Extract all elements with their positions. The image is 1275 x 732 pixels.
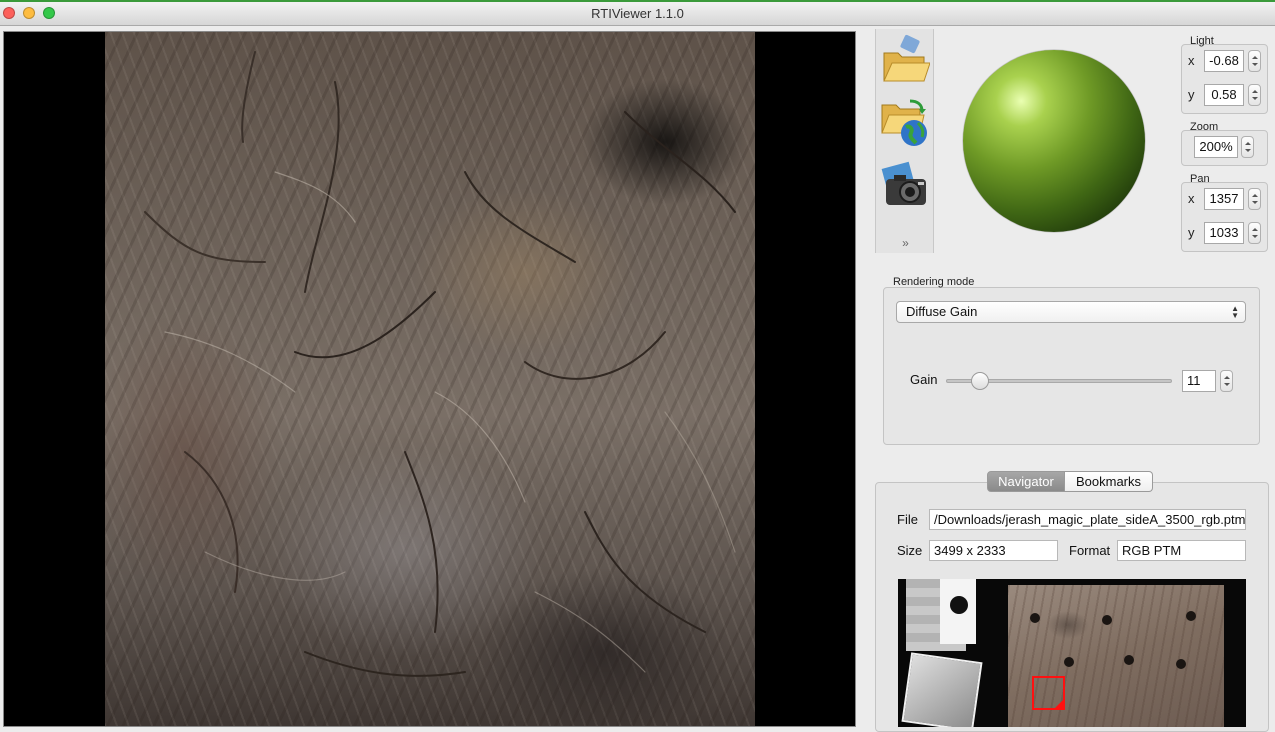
plate-hole (1186, 611, 1196, 621)
snapshot-button[interactable] (880, 159, 930, 213)
tab-navigator[interactable]: Navigator (987, 471, 1065, 492)
open-file-button[interactable] (880, 33, 931, 87)
rti-image[interactable] (105, 32, 755, 726)
light-y-stepper[interactable] (1248, 84, 1261, 106)
rendering-mode-label: Rendering mode (893, 276, 975, 288)
pan-y-label: y (1188, 225, 1195, 240)
open-folder-icon (883, 34, 931, 82)
pan-label: Pan (1190, 173, 1210, 185)
pan-x-input[interactable]: 1357 (1204, 188, 1244, 210)
camera-icon (881, 161, 926, 205)
rti-viewport[interactable] (3, 31, 856, 727)
gain-input[interactable]: 11 (1182, 370, 1216, 392)
rendering-mode-select[interactable]: Diffuse Gain ▲ ▼ (896, 301, 1246, 323)
gain-stepper[interactable] (1220, 370, 1233, 392)
file-label: File (897, 512, 918, 527)
light-y-input[interactable]: 0.58 (1204, 84, 1244, 106)
toolbar: » (875, 29, 934, 253)
light-x-stepper[interactable] (1248, 50, 1261, 72)
size-label: Size (897, 543, 923, 558)
open-remote-button[interactable] (880, 93, 930, 147)
window-title: RTIViewer 1.1.0 (591, 6, 684, 21)
pan-y-stepper[interactable] (1248, 222, 1261, 244)
light-y-label: y (1188, 87, 1195, 102)
toolbar-expand-icon[interactable]: » (876, 236, 935, 250)
navigator-thumbnail[interactable] (898, 579, 1246, 727)
select-arrows-icon: ▲ ▼ (1231, 304, 1239, 320)
plate-hole (1102, 615, 1112, 625)
pan-y-input[interactable]: 1033 (1204, 222, 1244, 244)
calibration-sphere (950, 596, 968, 614)
zoom-stepper[interactable] (1241, 136, 1254, 158)
size-field[interactable]: 3499 x 2333 (929, 540, 1058, 561)
plate-hole (1064, 657, 1074, 667)
gain-label: Gain (910, 372, 938, 387)
plate-hole (1030, 613, 1040, 623)
open-remote-icon (881, 99, 927, 146)
tab-bookmarks[interactable]: Bookmarks (1065, 471, 1153, 492)
surface-scratches (144, 51, 736, 677)
gain-slider-thumb[interactable] (970, 372, 989, 390)
format-field[interactable]: RGB PTM (1117, 540, 1246, 561)
title-bar: RTIViewer 1.1.0 (0, 0, 1275, 26)
viewport-indicator[interactable] (1032, 676, 1065, 710)
zoom-label: Zoom (1190, 121, 1219, 133)
zoom-input[interactable]: 200% (1194, 136, 1238, 158)
calibration-card-bottom (901, 652, 983, 727)
light-direction-sphere[interactable] (963, 50, 1145, 232)
light-x-input[interactable]: -0.68 (1204, 50, 1244, 72)
pan-x-stepper[interactable] (1248, 188, 1261, 210)
pan-x-label: x (1188, 191, 1195, 206)
light-label: Light (1190, 35, 1214, 47)
format-label: Format (1069, 543, 1111, 558)
rendering-mode-value: Diffuse Gain (906, 304, 978, 319)
light-x-label: x (1188, 53, 1195, 68)
file-path-field[interactable]: /Downloads/jerash_magic_plate_sideA_3500… (929, 509, 1246, 530)
plate-hole (1176, 659, 1186, 669)
calibration-card-top (906, 579, 976, 651)
plate-hole (1124, 655, 1134, 665)
